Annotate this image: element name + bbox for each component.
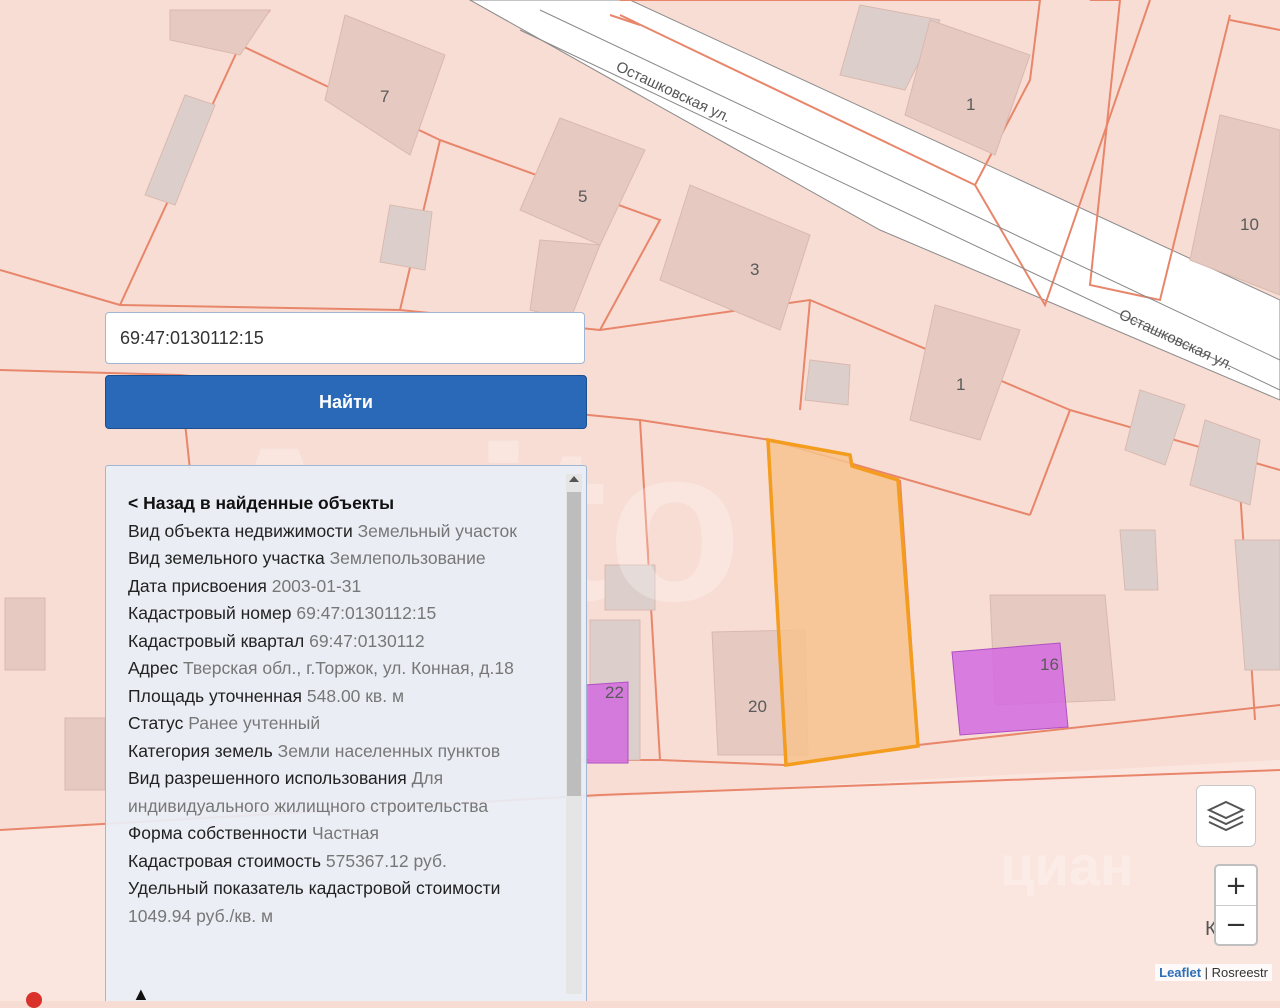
zoom-control: + − [1214, 864, 1258, 946]
attribute-value: Тверская обл., г.Торжок, ул. Конная, д.1… [182, 658, 514, 678]
attribute-row: Кадастровый номер 69:47:0130112:15 [128, 600, 548, 628]
attribute-row: Кадастровый квартал 69:47:0130112 [128, 628, 548, 656]
attribute-value: Земельный участок [357, 520, 517, 541]
attribute-row: Дата присвоения 2003-01-31 [128, 573, 548, 601]
attribute-value: 575367.12 руб. [325, 850, 447, 871]
selected-parcel[interactable] [766, 437, 920, 768]
attribute-key: Кадастровый квартал [128, 630, 305, 651]
attribute-key: Адрес [128, 658, 179, 678]
layers-icon [1206, 800, 1246, 832]
leaflet-link[interactable]: Leaflet [1159, 965, 1201, 980]
attribute-key: Дата присвоения [128, 575, 267, 596]
attribute-key: Удельный показатель кадастровой стоимост… [128, 878, 501, 898]
attribute-value: Землепользование [329, 548, 486, 568]
house-number-1: 1 [956, 375, 965, 394]
scroll-thumb[interactable] [567, 492, 581, 796]
parcel-info-panel: < Назад в найденные объекты Вид объекта … [105, 465, 587, 1001]
attribute-row: Площадь уточненная 548.00 кв. м [128, 683, 548, 711]
attribute-key: Категория земель [128, 740, 273, 761]
attribute-row: Адрес Тверская обл., г.Торжок, ул. Конна… [128, 655, 548, 683]
attribute-row: Статус Ранее учтенный [128, 710, 548, 738]
map-attribution: Leaflet | Rosreestr [1155, 964, 1272, 981]
house-number-1-north: 1 [966, 95, 975, 114]
attribute-row: Кадастровая стоимость 575367.12 руб. [128, 848, 548, 876]
watermark-cian: циан [1000, 834, 1134, 897]
attribute-row: Форма собственности Частная [128, 820, 548, 848]
attribute-value: 69:47:0130112:15 [296, 603, 437, 623]
attribute-key: Площадь уточненная [128, 685, 303, 706]
attribute-row: Удельный показатель кадастровой стоимост… [128, 875, 548, 930]
attribution-source: Rosreestr [1211, 965, 1268, 980]
zoom-out-button[interactable]: − [1216, 905, 1256, 944]
parcel-attributes: Вид объекта недвижимости Земельный участ… [128, 518, 548, 931]
cadastral-search-input[interactable] [105, 312, 585, 364]
attribute-key: Вид земельного участка [128, 548, 325, 568]
scroll-up-icon[interactable] [569, 476, 579, 482]
attribute-value: 69:47:0130112 [309, 630, 425, 651]
attribute-value: Частная [311, 823, 380, 843]
house-number-7: 7 [380, 87, 389, 106]
house-number-16: 16 [1040, 655, 1059, 674]
arrow-up-icon: ▲ [132, 984, 150, 1001]
attribute-key: Вид объекта недвижимости [128, 520, 353, 541]
location-marker-icon [26, 992, 42, 1008]
attribute-value: 548.00 кв. м [306, 685, 404, 706]
find-button[interactable]: Найти [105, 375, 587, 429]
zoom-in-button[interactable]: + [1216, 866, 1256, 905]
attribute-row: Категория земель Земли населенных пункто… [128, 738, 548, 766]
attribute-key: Кадастровая стоимость [128, 850, 321, 871]
attribute-value: Ранее учтенный [188, 713, 321, 733]
attribute-value: 2003-01-31 [271, 575, 362, 596]
house-number-20: 20 [748, 697, 767, 716]
house-number-22: 22 [605, 683, 624, 702]
attribute-row: Вид земельного участка Землепользование [128, 545, 548, 573]
attribute-key: Кадастровый номер [128, 603, 292, 623]
attribute-key: Форма собственности [128, 823, 308, 843]
panel-scrollbar[interactable] [566, 474, 582, 994]
attribute-key: Вид разрешенного использования [128, 768, 407, 788]
layers-button[interactable] [1196, 785, 1256, 847]
attribute-value: Земли населенных пунктов [277, 740, 501, 761]
parcel-info-content: < Назад в найденные объекты Вид объекта … [128, 490, 548, 930]
attribution-separator: | [1201, 965, 1212, 980]
attribute-row: Вид разрешенного использования Для индив… [128, 765, 548, 820]
attribute-key: Статус [128, 713, 184, 733]
house-number-10: 10 [1240, 215, 1259, 234]
attribute-value: 1049.94 руб./кв. м [128, 905, 274, 926]
back-to-results-link[interactable]: < Назад в найденные объекты [128, 490, 548, 518]
attribute-row: Вид объекта недвижимости Земельный участ… [128, 518, 548, 546]
house-number-5: 5 [578, 187, 587, 206]
house-number-3: 3 [750, 260, 759, 279]
